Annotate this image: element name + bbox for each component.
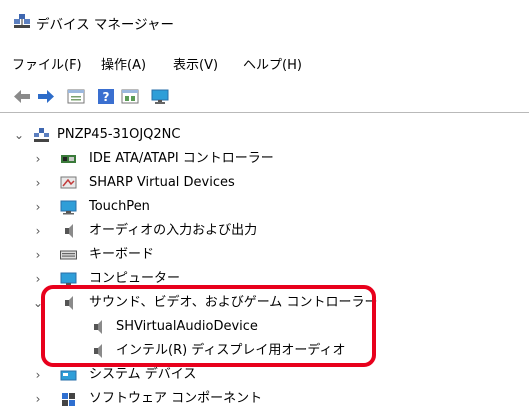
update-driver-icon[interactable] <box>121 88 139 105</box>
help-icon[interactable]: ? <box>97 88 115 105</box>
svg-text:?: ? <box>103 90 110 104</box>
expand-chevron-icon[interactable]: › <box>32 220 44 242</box>
properties-icon[interactable] <box>67 88 85 105</box>
tree-item-sharp[interactable]: › SHARP Virtual Devices <box>0 172 529 194</box>
title-bar: デバイス マネージャー <box>0 0 529 42</box>
menu-view[interactable]: 表示(V) <box>173 54 218 73</box>
menu-help[interactable]: ヘルプ(H) <box>243 54 302 73</box>
touchpen-icon <box>60 200 77 215</box>
highlight-annotation <box>41 285 376 367</box>
tree-item-ide[interactable]: › IDE ATA/ATAPI コントローラー <box>0 148 529 170</box>
tree-item-audio-io[interactable]: › オーディオの入力および出力 <box>0 220 529 242</box>
monitor-icon[interactable] <box>151 88 169 105</box>
ide-controller-icon <box>61 155 76 163</box>
tree-root[interactable]: ⌄ PNZP45-31OJQ2NC <box>0 124 529 146</box>
back-arrow-icon[interactable] <box>13 88 31 105</box>
window-title: デバイス マネージャー <box>36 17 174 33</box>
expand-chevron-icon[interactable]: › <box>32 172 44 194</box>
expand-chevron-icon[interactable]: › <box>32 268 44 290</box>
menu-file[interactable]: ファイル(F) <box>12 54 82 73</box>
expand-chevron-icon[interactable]: › <box>32 388 44 410</box>
expand-chevron-icon[interactable]: › <box>32 244 44 266</box>
toolbar: ? <box>0 80 529 112</box>
speaker-icon <box>65 224 73 238</box>
tree-item-label: オーディオの入力および出力 <box>89 223 258 238</box>
virtual-devices-icon <box>60 176 77 189</box>
device-manager-icon <box>14 14 30 28</box>
expand-chevron-icon[interactable]: › <box>32 148 44 170</box>
tree-item-software-components[interactable]: › ソフトウェア コンポーネント <box>0 388 529 410</box>
keyboard-icon <box>60 250 77 260</box>
tree-item-label: TouchPen <box>89 199 150 214</box>
system-devices-icon <box>60 370 77 381</box>
tree-item-system-devices[interactable]: › システム デバイス <box>0 364 529 386</box>
tree-item-label: システム デバイス <box>89 367 197 382</box>
tree-item-label: キーボード <box>89 247 155 262</box>
root-label: PNZP45-31OJQ2NC <box>57 127 181 142</box>
software-component-icon <box>62 393 75 406</box>
tree-item-label: ソフトウェア コンポーネント <box>89 391 263 406</box>
expand-chevron-icon[interactable]: › <box>32 196 44 218</box>
collapse-chevron-icon[interactable]: ⌄ <box>13 124 25 146</box>
tree-item-label: IDE ATA/ATAPI コントローラー <box>89 151 274 166</box>
tree-item-touchpen[interactable]: › TouchPen <box>0 196 529 218</box>
expand-chevron-icon[interactable]: › <box>32 364 44 386</box>
tree-item-label: SHARP Virtual Devices <box>89 175 235 190</box>
menu-bar: ファイル(F) 操作(A) 表示(V) ヘルプ(H) <box>0 42 529 78</box>
computer-root-icon <box>34 128 49 142</box>
forward-arrow-icon[interactable] <box>37 88 55 105</box>
menu-action[interactable]: 操作(A) <box>101 54 146 73</box>
tree-item-keyboard[interactable]: › キーボード <box>0 244 529 266</box>
